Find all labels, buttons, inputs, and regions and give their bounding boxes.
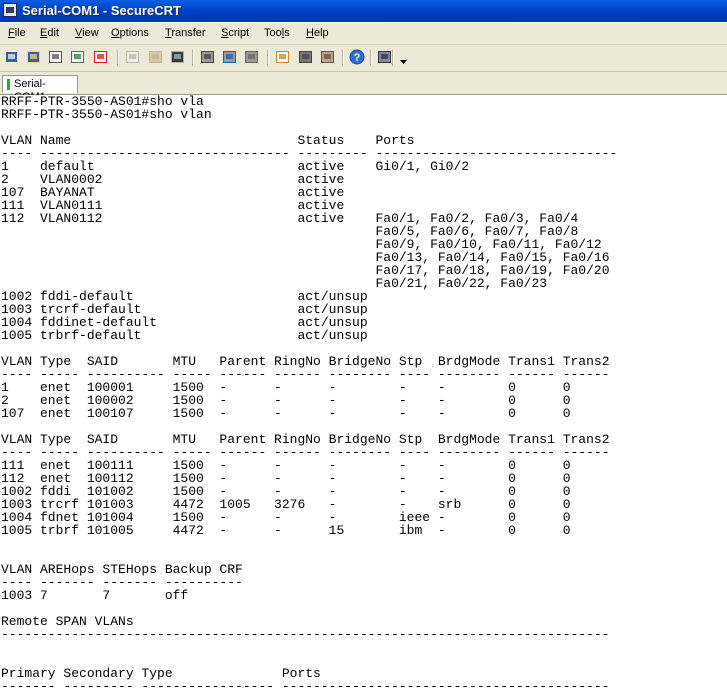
session-connected-indicator bbox=[7, 79, 10, 90]
toolbar-separator bbox=[192, 49, 194, 66]
session-options-icon[interactable] bbox=[275, 49, 291, 65]
print-setup-icon[interactable] bbox=[244, 49, 260, 65]
menu-tools[interactable]: Tools bbox=[264, 26, 290, 40]
menu-view[interactable]: View bbox=[75, 26, 99, 40]
global-options-icon[interactable] bbox=[298, 49, 314, 65]
connect-icon[interactable] bbox=[4, 49, 20, 65]
toolbar-separator bbox=[342, 49, 344, 66]
print-selection-icon[interactable] bbox=[222, 49, 238, 65]
session-tab-bar: Serial-COM1 bbox=[0, 72, 727, 103]
svg-text:?: ? bbox=[354, 52, 361, 64]
menu-help[interactable]: Help bbox=[306, 26, 329, 40]
keymap-icon[interactable] bbox=[320, 49, 336, 65]
menu-transfer[interactable]: Transfer bbox=[165, 26, 206, 40]
tab-serial-com1[interactable]: Serial-COM1 bbox=[2, 75, 78, 103]
menu-file[interactable]: File bbox=[8, 26, 26, 40]
terminal-line: 1003 7 7 off bbox=[1, 588, 189, 603]
menu-bar: File Edit View Options Transfer Script Tools He… bbox=[0, 23, 727, 45]
toolbar-separator bbox=[117, 49, 119, 66]
window-title-bar[interactable]: Serial-COM1 - SecureCRT bbox=[0, 0, 727, 22]
reconnect-icon[interactable] bbox=[70, 49, 86, 65]
quick-connect-icon[interactable] bbox=[26, 49, 42, 65]
terminal-line: RRFF-PTR-3550-AS01#sho vlan bbox=[1, 107, 212, 122]
terminal-line: ----------------------------------------… bbox=[1, 627, 610, 642]
toolbar-overflow-icon[interactable] bbox=[399, 49, 408, 65]
window-title: Serial-COM1 - SecureCRT bbox=[22, 3, 181, 18]
find-icon[interactable] bbox=[170, 49, 186, 65]
sftp-icon[interactable] bbox=[377, 49, 393, 65]
securecrt-terminal-icon[interactable] bbox=[3, 3, 17, 17]
menu-edit[interactable]: Edit bbox=[40, 26, 59, 40]
terminal-line: 107 enet 100107 1500 - - - - - 0 0 bbox=[1, 406, 571, 421]
toolbar-separator bbox=[370, 49, 372, 66]
disconnect-icon[interactable] bbox=[93, 49, 109, 65]
menu-script[interactable]: Script bbox=[221, 26, 249, 40]
connect-in-tab-icon[interactable] bbox=[48, 49, 64, 65]
toolbar-separator bbox=[267, 49, 269, 66]
terminal-line: 1005 trbrf 101005 4472 - - 15 ibm - 0 0 bbox=[1, 523, 571, 538]
toolbar: ? bbox=[0, 45, 727, 72]
print-icon[interactable] bbox=[200, 49, 216, 65]
terminal-line: ------- --------- ----------------- ----… bbox=[1, 679, 610, 694]
terminal-line: 1005 trbrf-default act/unsup bbox=[1, 328, 368, 343]
paste-icon[interactable] bbox=[148, 49, 164, 65]
terminal-output[interactable]: RRFF-PTR-3550-AS01#sho vla RRFF-PTR-3550-… bbox=[0, 95, 727, 694]
menu-options[interactable]: Options bbox=[111, 26, 149, 40]
copy-icon[interactable] bbox=[125, 49, 141, 65]
help-icon[interactable]: ? bbox=[349, 49, 365, 65]
